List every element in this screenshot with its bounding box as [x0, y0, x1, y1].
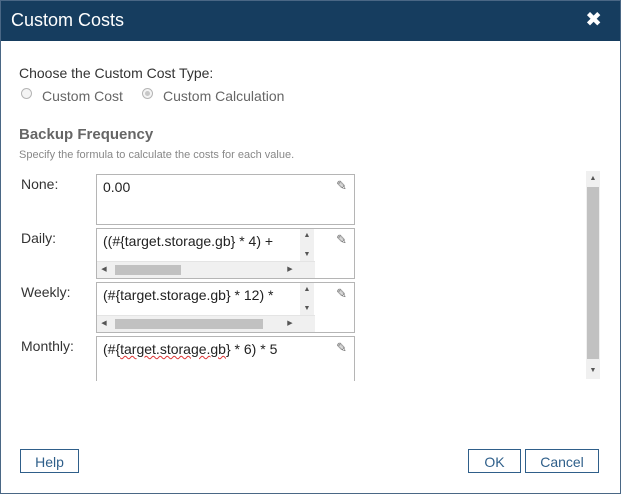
cancel-button[interactable]: Cancel: [525, 449, 599, 473]
scroll-up-icon[interactable]: ▲: [300, 230, 314, 242]
radio-custom-cost-label[interactable]: Custom Cost: [42, 88, 123, 104]
pencil-icon[interactable]: ✎: [336, 232, 347, 248]
fields-scrollbar[interactable]: ▲ ▼: [586, 171, 600, 379]
help-button[interactable]: Help: [20, 449, 79, 473]
fields-scroll-thumb[interactable]: [587, 187, 599, 359]
scroll-left-icon[interactable]: ◀: [97, 316, 111, 332]
pencil-icon[interactable]: ✎: [336, 340, 347, 356]
daily-horizontal-scrollbar[interactable]: ◀ ▶: [97, 261, 315, 278]
scroll-down-icon[interactable]: ▼: [586, 364, 600, 378]
scroll-right-icon[interactable]: ▶: [283, 316, 297, 332]
weekly-vertical-scrollbar[interactable]: ▲ ▼: [300, 283, 314, 316]
field-label-weekly: Weekly:: [21, 284, 71, 300]
formula-field-monthly[interactable]: (#{target.storage.gb} * 6) * 5 ✎: [96, 336, 355, 381]
pencil-icon[interactable]: ✎: [336, 286, 347, 302]
dialog-titlebar: Custom Costs ✖: [1, 1, 620, 41]
radio-custom-cost[interactable]: [21, 88, 32, 99]
field-label-daily: Daily:: [21, 230, 57, 246]
weekly-horizontal-scrollbar[interactable]: ◀ ▶: [97, 315, 315, 332]
scroll-left-icon[interactable]: ◀: [97, 262, 111, 278]
formula-prefix: (#{: [103, 341, 121, 357]
daily-vertical-scrollbar[interactable]: ▲ ▼: [300, 229, 314, 262]
formula-text-none[interactable]: 0.00: [103, 179, 130, 195]
cost-type-prompt: Choose the Custom Cost Type:: [19, 65, 214, 81]
ok-button[interactable]: OK: [468, 449, 521, 473]
scroll-down-icon[interactable]: ▼: [300, 303, 314, 315]
section-title: Backup Frequency: [19, 126, 154, 143]
radio-custom-calculation[interactable]: [142, 88, 153, 99]
close-icon[interactable]: ✖: [585, 7, 602, 33]
daily-scroll-thumb[interactable]: [115, 265, 181, 275]
formula-field-none[interactable]: 0.00 ✎: [96, 174, 355, 225]
radio-custom-calculation-label[interactable]: Custom Calculation: [163, 88, 284, 104]
custom-costs-dialog: Custom Costs ✖ Choose the Custom Cost Ty…: [0, 0, 621, 494]
formula-text-weekly[interactable]: (#{target.storage.gb} * 12) *: [103, 287, 297, 303]
formula-field-weekly[interactable]: (#{target.storage.gb} * 12) * ▲ ▼ ◀ ▶ ✎: [96, 282, 355, 333]
formula-suffix: } * 6) * 5: [225, 341, 278, 357]
scroll-up-icon[interactable]: ▲: [300, 284, 314, 296]
scroll-up-icon[interactable]: ▲: [586, 172, 600, 186]
pencil-icon[interactable]: ✎: [336, 178, 347, 194]
formula-field-daily[interactable]: ((#{target.storage.gb} * 4) + ▲ ▼ ◀ ▶ ✎: [96, 228, 355, 279]
section-description: Specify the formula to calculate the cos…: [19, 149, 295, 161]
scroll-down-icon[interactable]: ▼: [300, 249, 314, 261]
field-label-monthly: Monthly:: [21, 338, 74, 354]
formula-text-daily[interactable]: ((#{target.storage.gb} * 4) +: [103, 233, 297, 249]
formula-text-monthly[interactable]: (#{target.storage.gb} * 6) * 5: [103, 341, 277, 357]
weekly-scroll-thumb[interactable]: [115, 319, 263, 329]
spellcheck-underlined-text: target.storage.gb: [120, 341, 226, 357]
field-label-none: None:: [21, 176, 59, 192]
dialog-title: Custom Costs: [11, 10, 125, 30]
scroll-right-icon[interactable]: ▶: [283, 262, 297, 278]
